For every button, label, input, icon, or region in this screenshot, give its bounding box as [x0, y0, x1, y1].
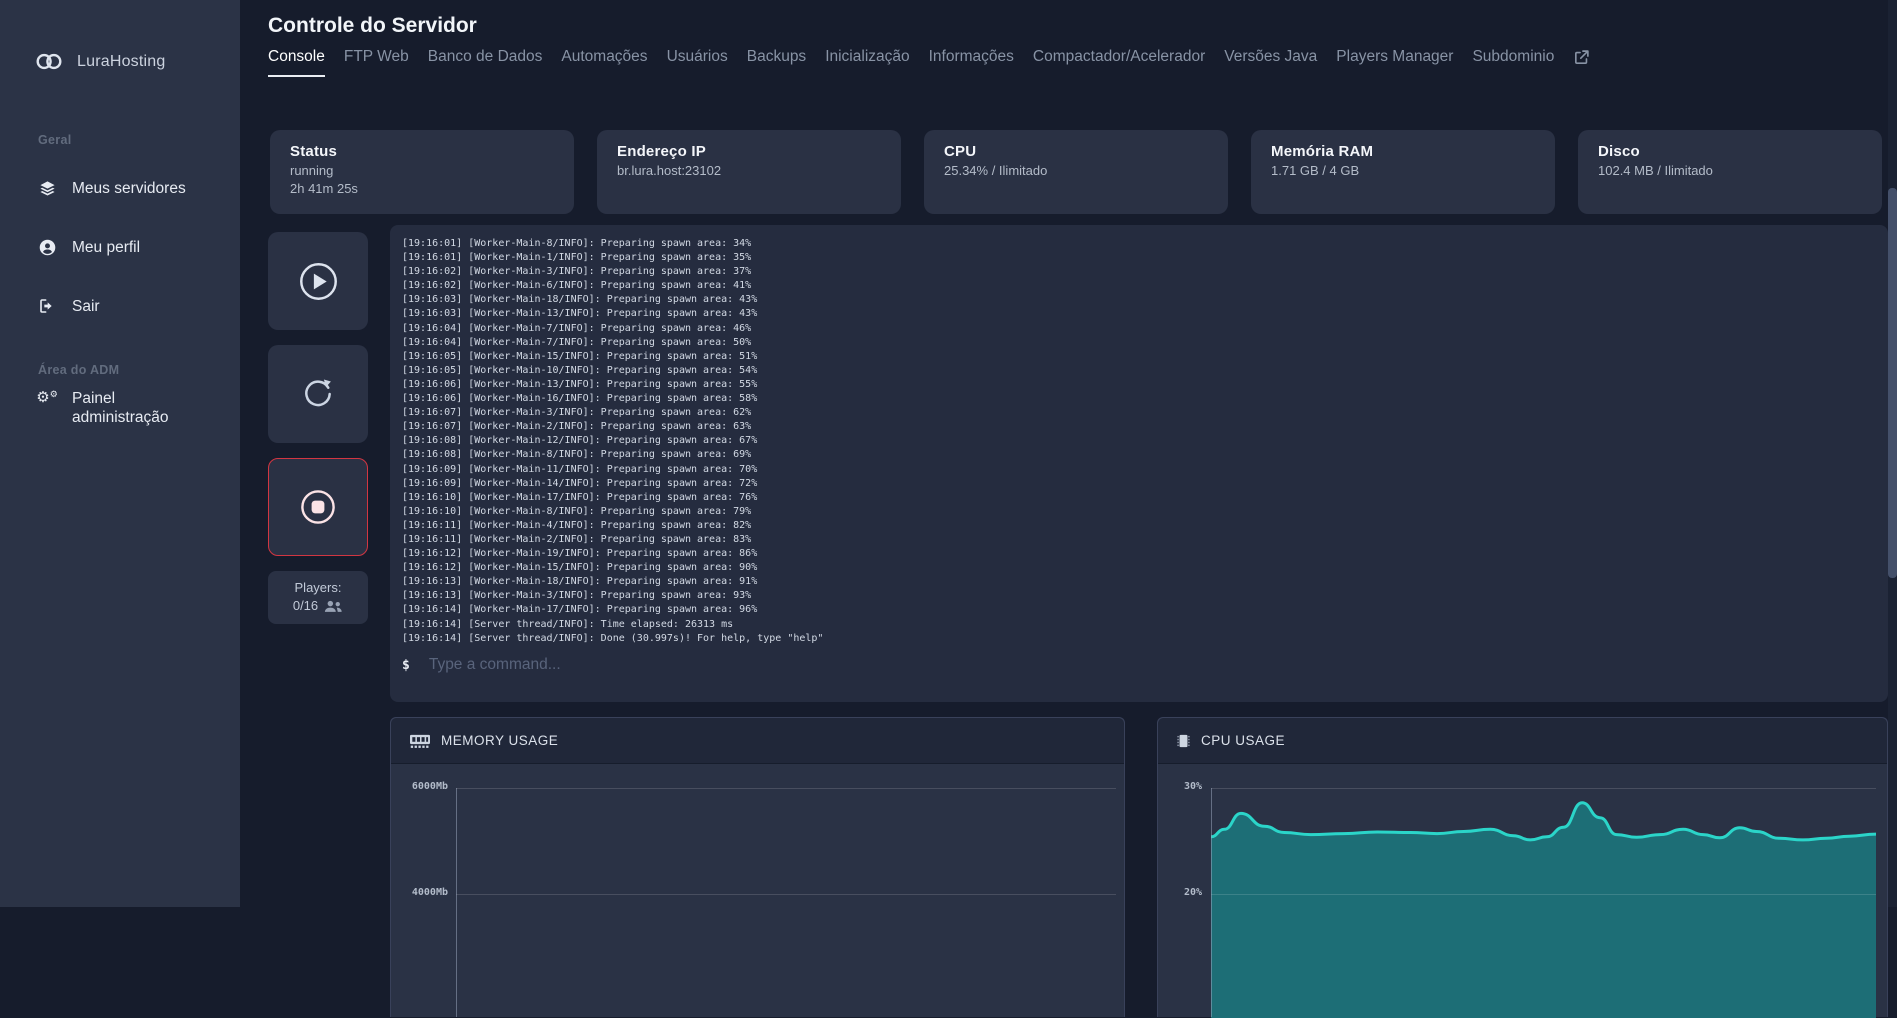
infinity-logo-icon	[34, 52, 64, 71]
stat-card-endereco-ip: Endereço IP br.lura.host:23102	[597, 130, 901, 214]
players-label: Players:	[268, 579, 368, 597]
stat-card-value: 102.4 MB / Ilimitado	[1598, 163, 1862, 178]
cpu-tick-20: 20%	[1156, 887, 1202, 898]
stop-icon	[298, 487, 338, 527]
cpu-usage-title: CPU USAGE	[1201, 733, 1285, 748]
memory-usage-header: MEMORY USAGE	[391, 718, 1124, 764]
cpu-tick-30: 30%	[1156, 781, 1202, 792]
tab-automacoes[interactable]: Automações	[561, 48, 647, 75]
tab-compactador-acelerador[interactable]: Compactador/Acelerador	[1033, 48, 1205, 75]
scrollbar-thumb[interactable]	[1888, 188, 1897, 578]
stat-card-value: 25.34% / Ilimitado	[944, 163, 1208, 178]
stat-card-value: br.lura.host:23102	[617, 163, 881, 178]
external-link-icon[interactable]	[1573, 49, 1590, 66]
stop-button[interactable]	[268, 458, 368, 556]
tab-usuarios[interactable]: Usuários	[667, 48, 728, 75]
memory-usage-panel: MEMORY USAGE 6000Mb 4000Mb	[390, 717, 1125, 1017]
command-row: $	[402, 655, 1802, 675]
sidebar-section-label: Área do ADM	[38, 363, 218, 377]
sidebar-item-painel-administracao[interactable]: ⚙⚙ Painel administração	[38, 389, 218, 427]
layers-icon	[38, 180, 56, 197]
prompt-symbol: $	[402, 658, 410, 673]
stat-card-value: 1.71 GB / 4 GB	[1271, 163, 1535, 178]
players-count: 0/16	[268, 597, 368, 615]
brand[interactable]: LuraHosting	[34, 52, 165, 71]
tab-console[interactable]: Console	[268, 48, 325, 77]
cpu-gridline-bottom	[1211, 894, 1876, 895]
tab-backups[interactable]: Backups	[747, 48, 806, 75]
cpu-usage-panel: CPU USAGE 30% 20%	[1157, 717, 1888, 1017]
sidebar-item-label: Painel administração	[72, 389, 202, 427]
sidebar-item-meus-servidores[interactable]: Meus servidores	[38, 179, 218, 198]
tab-subdominio[interactable]: Subdominio	[1472, 48, 1554, 75]
cpu-usage-header: CPU USAGE	[1158, 718, 1887, 764]
memory-tick-6000: 6000Mb	[402, 781, 448, 792]
stat-card-title: Endereço IP	[617, 143, 881, 160]
play-icon	[298, 261, 339, 302]
stat-card-title: CPU	[944, 143, 1208, 160]
user-icon	[38, 239, 56, 256]
players-badge: Players:0/16	[268, 571, 368, 624]
cpu-gridline-top	[1211, 788, 1876, 789]
sidebar-item-label: Sair	[72, 297, 100, 316]
tab-banco-de-dados[interactable]: Banco de Dados	[428, 48, 543, 75]
players-icon	[324, 600, 343, 613]
memory-usage-title: MEMORY USAGE	[441, 733, 558, 748]
stat-card-memoria-ram: Memória RAM 1.71 GB / 4 GB	[1251, 130, 1555, 214]
restart-icon	[299, 375, 337, 413]
memory-y-axis	[456, 788, 457, 1017]
stat-card-title: Memória RAM	[1271, 143, 1535, 160]
command-input[interactable]	[427, 655, 1031, 675]
page-title: Controle do Servidor	[268, 14, 477, 38]
console-log[interactable]: [19:16:01] [Worker-Main-8/INFO]: Prepari…	[402, 237, 823, 646]
sidebar-item-meu-perfil[interactable]: Meu perfil	[38, 238, 218, 257]
restart-button[interactable]	[268, 345, 368, 443]
stat-card-title: Disco	[1598, 143, 1862, 160]
ram-icon	[410, 734, 430, 748]
tab-informacoes[interactable]: Informações	[929, 48, 1014, 75]
sidebar-item-label: Meu perfil	[72, 238, 140, 257]
tab-ftp-web[interactable]: FTP Web	[344, 48, 409, 75]
cpu-icon	[1177, 733, 1190, 749]
stat-card-title: Status	[290, 143, 554, 160]
sidebar-section-label: Geral	[38, 133, 218, 147]
sidebar-item-sair[interactable]: Sair	[38, 297, 218, 316]
cpu-area-chart	[1211, 763, 1876, 1018]
brand-name: LuraHosting	[77, 53, 165, 71]
server-controls: Players:0/16	[268, 232, 368, 624]
stat-card-cpu: CPU 25.34% / Ilimitado	[924, 130, 1228, 214]
console-panel: [19:16:01] [Worker-Main-8/INFO]: Prepari…	[390, 225, 1888, 702]
tab-versoes-java[interactable]: Versões Java	[1224, 48, 1317, 75]
gears-icon: ⚙⚙	[38, 390, 56, 405]
stat-card-disco: Disco 102.4 MB / Ilimitado	[1578, 130, 1882, 214]
memory-gridline-top	[456, 788, 1116, 789]
memory-tick-4000: 4000Mb	[402, 887, 448, 898]
tab-bar: Console FTP Web Banco de Dados Automações Us…	[268, 48, 1590, 77]
start-button[interactable]	[268, 232, 368, 330]
stat-card-value: running	[290, 163, 554, 178]
sidebar-nav: Geral Meus servidores Meu perfil Sair Área d…	[38, 133, 218, 427]
stat-card-value: 2h 41m 25s	[290, 181, 554, 196]
cpu-y-axis	[1211, 788, 1212, 1017]
sidebar: LuraHosting Geral Meus servidores Meu perf…	[0, 0, 240, 907]
sidebar-item-label: Meus servidores	[72, 179, 186, 198]
logout-icon	[38, 298, 56, 314]
tab-players-manager[interactable]: Players Manager	[1336, 48, 1453, 75]
stat-card-status: Status running 2h 41m 25s	[270, 130, 574, 214]
tab-inicializacao[interactable]: Inicialização	[825, 48, 909, 75]
memory-gridline-bottom	[456, 894, 1116, 895]
